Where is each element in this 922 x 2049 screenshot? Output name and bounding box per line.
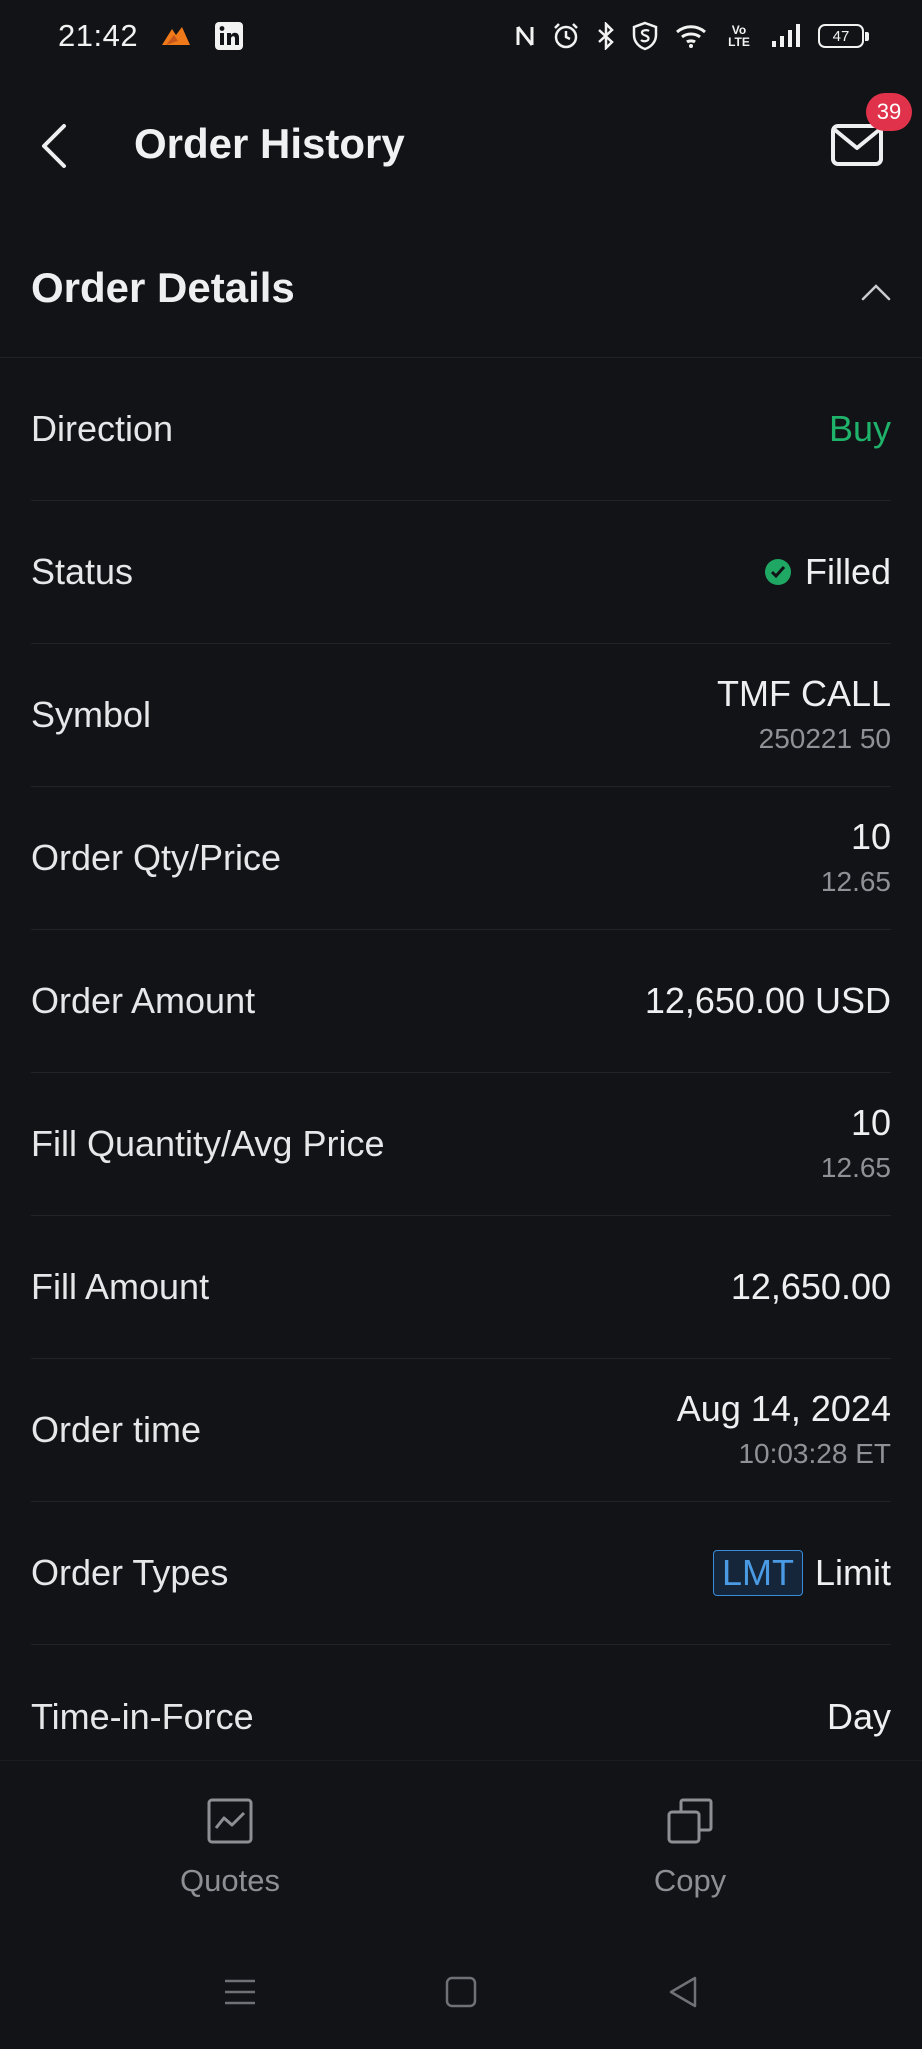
row-label: Order Amount	[31, 980, 256, 1021]
copy-icon	[666, 1797, 714, 1845]
app-notification-icon	[160, 23, 192, 49]
avg-price-value: 12.65	[820, 1152, 891, 1183]
order-details-header[interactable]: Order Details	[0, 232, 922, 358]
bluetooth-icon	[596, 22, 616, 50]
quotes-chart-icon	[206, 1797, 254, 1845]
volte-icon: Vo LTE	[728, 23, 750, 49]
row-fill-amount: Fill Amount 12,650.00	[31, 1216, 891, 1359]
row-symbol: Symbol TMF CALL 250221 50	[31, 644, 891, 787]
status-value: Filled	[804, 551, 891, 592]
row-label: Fill Amount	[31, 1266, 210, 1307]
chevron-up-icon	[861, 284, 891, 301]
order-amount-value: 12,650.00 USD	[644, 980, 891, 1021]
direction-value: Buy	[828, 408, 891, 449]
menu-lines-icon	[225, 1979, 255, 2005]
battery-icon: 47	[818, 24, 869, 48]
quotes-tab[interactable]: Quotes	[130, 1761, 330, 1931]
status-time: 21:42	[58, 18, 139, 53]
copy-label: Copy	[653, 1863, 727, 1898]
row-label: Fill Quantity/Avg Price	[31, 1123, 385, 1164]
row-fill-qty-avg: Fill Quantity/Avg Price 10 12.65	[31, 1073, 891, 1216]
unread-count-badge: 39	[866, 93, 912, 131]
row-label: Symbol	[31, 694, 152, 735]
row-label: Time-in-Force	[31, 1695, 254, 1737]
triangle-back-icon	[669, 1976, 697, 2008]
signal-icon	[770, 23, 802, 49]
app-header: Order History	[0, 88, 922, 200]
symbol-contract: 250221 50	[758, 723, 891, 754]
order-time-value: 10:03:28 ET	[738, 1438, 891, 1469]
linkedin-icon	[214, 21, 244, 51]
order-type-badge: LMT	[712, 1550, 803, 1596]
fill-qty-value: 10	[850, 1102, 891, 1143]
row-order-types: Order Types LMT Limit	[31, 1502, 891, 1645]
status-bar: 21:42 Vo LTE 47	[0, 0, 922, 72]
order-qty-value: 10	[850, 816, 891, 857]
order-date-value: Aug 14, 2024	[676, 1388, 891, 1429]
check-circle-icon	[764, 559, 791, 585]
row-label: Order Types	[31, 1552, 229, 1593]
order-price-value: 12.65	[820, 866, 891, 897]
row-label: Direction	[31, 408, 174, 449]
collapse-button[interactable]	[856, 272, 896, 312]
alarm-icon	[552, 22, 580, 50]
row-label: Status	[31, 551, 134, 592]
order-details-list: Direction Buy Status Filled Symbol TMF C…	[0, 358, 922, 1788]
back-button[interactable]	[28, 118, 78, 174]
row-order-amount: Order Amount 12,650.00 USD	[31, 930, 891, 1073]
row-label: Order Qty/Price	[31, 837, 282, 878]
wifi-icon	[674, 23, 708, 49]
home-nav-button[interactable]	[441, 1972, 481, 2012]
quotes-label: Quotes	[180, 1863, 280, 1898]
menu-nav-button[interactable]	[220, 1972, 260, 2012]
symbol-value: TMF CALL	[716, 673, 891, 714]
row-order-time: Order time Aug 14, 2024 10:03:28 ET	[31, 1359, 891, 1502]
row-direction: Direction Buy	[31, 358, 891, 501]
row-label: Order time	[31, 1409, 202, 1450]
system-nav-bar	[0, 1930, 922, 2049]
time-in-force-value: Day	[826, 1695, 891, 1737]
section-title: Order Details	[31, 264, 295, 311]
fill-amount-value: 12,650.00	[730, 1266, 891, 1307]
copy-tab[interactable]: Copy	[590, 1761, 790, 1931]
chevron-left-icon	[42, 124, 66, 168]
page-title: Order History	[134, 120, 405, 167]
row-status: Status Filled	[31, 501, 891, 644]
bottom-action-bar: Quotes Copy	[0, 1760, 922, 1930]
order-type-value: Limit	[814, 1552, 891, 1593]
nfc-icon	[514, 23, 536, 49]
square-home-icon	[445, 1976, 477, 2008]
row-order-qty-price: Order Qty/Price 10 12.65	[31, 787, 891, 930]
back-nav-button[interactable]	[663, 1972, 703, 2012]
shield-s-icon	[632, 21, 658, 51]
